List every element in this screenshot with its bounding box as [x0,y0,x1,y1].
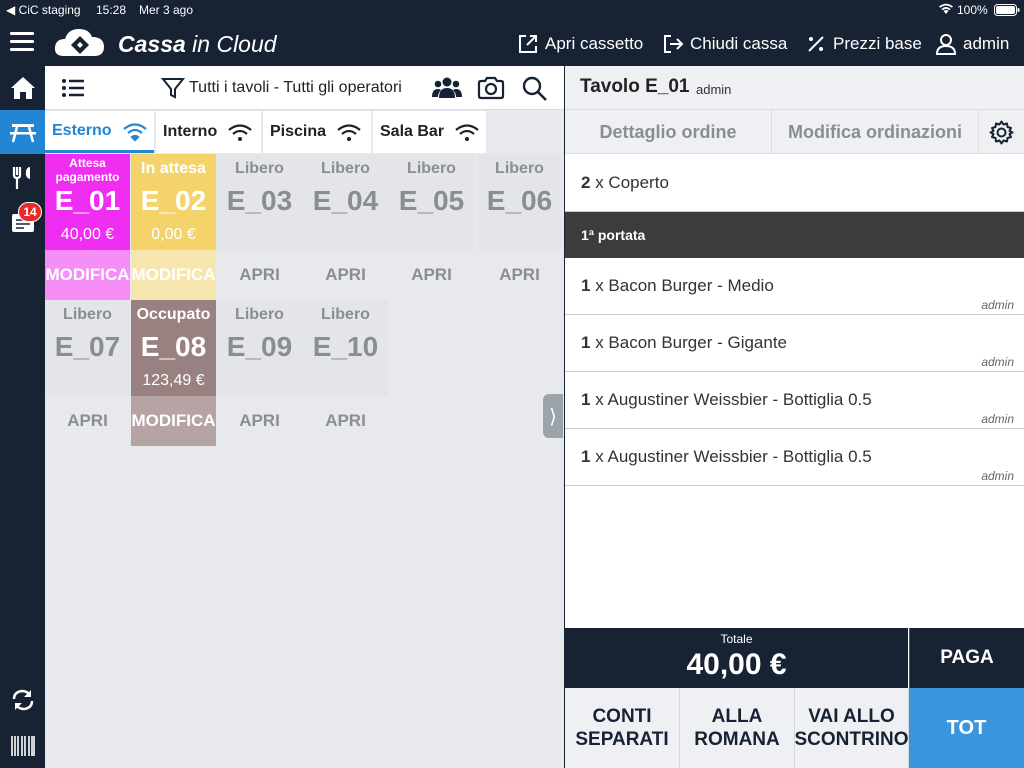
table-tile-e03[interactable]: Libero E_03 APRI [217,154,302,300]
total-label: Totale [720,632,753,646]
order-title: Tavolo E_01 [580,76,690,97]
barcode-icon [10,736,35,756]
course-header: 1ª portata [565,212,1024,258]
order-operator: admin [696,82,732,97]
order-line[interactable]: 1 x Bacon Burger - Gigante admin [565,315,1024,372]
order-total: Totale 40,00 € [565,628,908,688]
pay-button[interactable]: PAGA [909,628,1024,688]
wifi-icon [337,124,361,141]
sidebar: 14 [0,66,45,768]
split-equal-button[interactable]: ALLA ROMANA [680,688,795,768]
order-header: Tavolo E_01 admin [565,66,1024,110]
sidebar-item-tables[interactable] [0,110,45,154]
table-tile-e05[interactable]: Libero E_05 APRI [389,154,474,300]
edit-table-button[interactable]: MODIFICA [131,250,216,300]
collapse-panel-handle[interactable]: ⟩ [543,394,563,438]
home-icon [10,77,35,99]
cutlery-icon [12,167,30,189]
status-bar: ◀ CiC staging 15:28 Mer 3 ago 100% [0,0,1024,20]
table-tile-e07[interactable]: Libero E_07 APRI [45,300,130,446]
list-view-icon[interactable] [61,77,85,99]
user-icon [935,34,957,55]
gear-icon[interactable] [989,120,1014,145]
order-line-cover[interactable]: 2 x Coperto [565,155,1024,212]
open-table-button[interactable]: APRI [477,250,562,300]
total-button[interactable]: TOT [909,688,1024,768]
user-menu-button[interactable]: admin [935,32,1009,56]
open-table-button[interactable]: APRI [217,396,302,446]
logout-icon [664,35,684,53]
percent-icon [808,36,824,52]
open-table-button[interactable]: APRI [389,250,474,300]
total-value: 40,00 € [686,648,787,681]
open-table-button[interactable]: APRI [303,250,388,300]
tab-piscina[interactable]: Piscina [263,111,371,153]
camera-icon[interactable] [477,75,505,101]
table-tile-e04[interactable]: Libero E_04 APRI [303,154,388,300]
battery-icon [994,4,1020,19]
sidebar-item-home[interactable] [0,66,45,110]
wifi-icon [122,122,147,142]
open-table-button[interactable]: APRI [303,396,388,446]
edit-table-button[interactable]: MODIFICA [131,396,216,446]
menu-icon[interactable] [10,32,34,52]
open-table-button[interactable]: APRI [45,396,130,446]
open-table-button[interactable]: APRI [217,250,302,300]
tab-interno[interactable]: Interno [156,111,261,153]
operators-icon[interactable] [432,75,462,101]
sync-icon [12,689,33,711]
carrier-label: ◀ CiC staging [6,3,81,17]
room-tabs: Esterno Interno Piscina Sala Bar [45,110,564,154]
tab-sala-bar[interactable]: Sala Bar [373,111,486,153]
tab-order-detail[interactable]: Dettaglio ordine [565,110,772,154]
table-tile-e06[interactable]: Libero E_06 APRI [477,154,562,300]
brand-title: Cassa in Cloud [118,31,277,57]
cloud-logo-icon [54,26,106,58]
order-tabs: Dettaglio ordine Modifica ordinazioni [565,110,1024,154]
open-drawer-button[interactable]: Apri cassetto [517,32,643,56]
edit-table-button[interactable]: MODIFICA [45,250,130,300]
external-link-icon [519,35,537,53]
battery-percent: 100% [957,3,988,17]
tables-area: Tutti i tavoli - Tutti gli operatori Est… [45,66,564,768]
order-line[interactable]: 1 x Augustiner Weissbier - Bottiglia 0.5… [565,372,1024,429]
wifi-icon [228,124,252,141]
filter-selector[interactable]: Tutti i tavoli - Tutti gli operatori [161,76,402,100]
table-tile-e10[interactable]: Libero E_10 APRI [303,300,388,446]
clock: 15:28 [96,3,127,17]
go-to-receipt-button[interactable]: VAI ALLO SCONTRINO [795,688,909,768]
sidebar-item-menu[interactable] [0,156,45,200]
order-panel: Tavolo E_01 admin Dettaglio ordine Modif… [565,66,1024,768]
date-label: Mer 3 ago [139,3,194,17]
table-tile-e08[interactable]: Occupato E_08 123,49 € MODIFICA [131,300,216,446]
barcode-button[interactable] [0,724,45,768]
split-bill-button[interactable]: CONTI SEPARATI [565,688,680,768]
wifi-icon [455,124,479,141]
close-register-button[interactable]: Chiudi cassa [662,32,787,56]
tab-edit-orders[interactable]: Modifica ordinazioni [772,110,979,154]
sync-button[interactable] [0,678,45,722]
filter-label: Tutti i tavoli - Tutti gli operatori [189,79,402,96]
search-icon[interactable] [521,75,549,101]
tables-toolbar: Tutti i tavoli - Tutti gli operatori [45,66,564,110]
table-tile-e09[interactable]: Libero E_09 APRI [217,300,302,446]
base-prices-button[interactable]: Prezzi base [805,32,922,56]
tab-esterno[interactable]: Esterno [45,111,154,153]
picnic-table-icon [9,124,36,143]
order-line[interactable]: 1 x Bacon Burger - Medio admin [565,258,1024,315]
app-header: Cassa in Cloud Apri cassetto Chiudi cass… [0,20,1024,66]
filter-icon [161,78,185,99]
table-tile-e02[interactable]: In attesa E_02 0,00 € MODIFICA [131,154,216,300]
notification-badge: 14 [18,202,42,222]
order-line[interactable]: 1 x Augustiner Weissbier - Bottiglia 0.5… [565,429,1024,486]
table-tile-e01[interactable]: Attesa pagamento E_01 40,00 € MODIFICA [45,154,130,300]
wifi-icon [938,2,954,18]
sidebar-item-orders[interactable]: 14 [0,200,45,244]
